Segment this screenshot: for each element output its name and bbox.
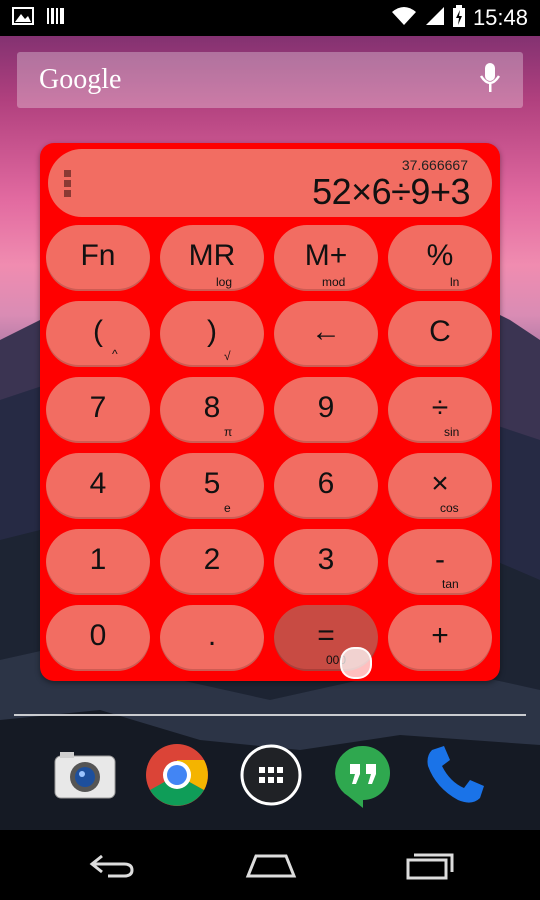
key-label: ) bbox=[207, 315, 217, 348]
hangouts-icon[interactable] bbox=[330, 742, 396, 808]
microphone-icon[interactable] bbox=[479, 62, 501, 98]
expression-value: 52×6÷9+3 bbox=[312, 171, 470, 212]
key-label: 1 bbox=[89, 543, 107, 576]
digit-9-key[interactable]: 9 bbox=[274, 377, 378, 443]
key-sublabel: ^ bbox=[112, 347, 118, 361]
key-label: 0 bbox=[89, 619, 107, 652]
key-label: 8 bbox=[203, 391, 221, 424]
backspace-key[interactable]: ← bbox=[274, 301, 378, 367]
key-sublabel: log bbox=[216, 275, 233, 289]
key-sublabel: ln bbox=[450, 275, 460, 289]
equals-key[interactable]: = 000 bbox=[274, 605, 378, 679]
barcode-notification-icon bbox=[46, 6, 66, 30]
subtract-key[interactable]: - tan bbox=[388, 529, 492, 595]
phone-icon[interactable] bbox=[422, 742, 488, 808]
digit-1-key[interactable]: 1 bbox=[46, 529, 150, 595]
dock-divider bbox=[14, 714, 526, 716]
key-sublabel: tan bbox=[442, 577, 459, 591]
key-sublabel: cos bbox=[440, 501, 459, 515]
digit-2-key[interactable]: 2 bbox=[160, 529, 264, 595]
status-bar: 15:48 bbox=[0, 0, 540, 36]
key-sublabel: e bbox=[224, 501, 231, 515]
key-label: C bbox=[429, 315, 451, 348]
key-label: × bbox=[431, 467, 449, 500]
key-sublabel: π bbox=[224, 425, 233, 439]
key-label: 3 bbox=[317, 543, 335, 576]
decimal-point-key[interactable]: . bbox=[160, 605, 264, 671]
key-label: 4 bbox=[89, 467, 107, 500]
digit-8-key[interactable]: 8 π bbox=[160, 377, 264, 443]
backspace-icon: ← bbox=[311, 315, 341, 348]
home-icon[interactable] bbox=[244, 850, 298, 884]
clock-time: 15:48 bbox=[472, 5, 528, 30]
key-label: MR bbox=[188, 239, 236, 272]
key-label: 7 bbox=[89, 391, 107, 424]
app-drawer-icon[interactable] bbox=[238, 742, 304, 808]
calculator-widget: 37.666667 52×6÷9+3 Fn MR log M+ mod % ln… bbox=[40, 143, 500, 681]
recents-icon[interactable] bbox=[404, 850, 454, 884]
key-label: . bbox=[207, 619, 217, 652]
key-sublabel: sin bbox=[444, 425, 460, 439]
camera-icon[interactable] bbox=[52, 742, 118, 808]
touch-indicator bbox=[340, 647, 372, 679]
memory-recall-key[interactable]: MR log bbox=[160, 225, 264, 291]
back-icon[interactable] bbox=[88, 850, 136, 884]
key-label: 5 bbox=[203, 467, 221, 500]
navigation-bar bbox=[0, 832, 540, 900]
open-paren-key[interactable]: ( ^ bbox=[46, 301, 150, 367]
key-label: % bbox=[426, 239, 454, 272]
signal-icon bbox=[425, 6, 445, 30]
multiply-key[interactable]: × cos bbox=[388, 453, 492, 519]
digit-0-key[interactable]: 0 bbox=[46, 605, 150, 671]
key-label: + bbox=[431, 619, 449, 652]
gallery-notification-icon bbox=[12, 7, 34, 29]
close-paren-key[interactable]: ) √ bbox=[160, 301, 264, 367]
memory-add-key[interactable]: M+ mod bbox=[274, 225, 378, 291]
key-label: 9 bbox=[317, 391, 335, 424]
google-search-bar[interactable]: Google bbox=[17, 52, 523, 108]
key-sublabel: √ bbox=[224, 349, 231, 363]
fn-key[interactable]: Fn bbox=[46, 225, 150, 291]
digit-6-key[interactable]: 6 bbox=[274, 453, 378, 519]
wifi-icon bbox=[391, 6, 417, 30]
calculator-display: 37.666667 52×6÷9+3 bbox=[48, 149, 492, 217]
key-label: - bbox=[435, 543, 445, 576]
overflow-menu-icon[interactable] bbox=[64, 169, 72, 203]
google-logo: Google bbox=[39, 64, 122, 95]
key-label: 6 bbox=[317, 467, 335, 500]
key-sublabel: mod bbox=[322, 275, 346, 289]
digit-4-key[interactable]: 4 bbox=[46, 453, 150, 519]
percent-key[interactable]: % ln bbox=[388, 225, 492, 291]
digit-7-key[interactable]: 7 bbox=[46, 377, 150, 443]
digit-3-key[interactable]: 3 bbox=[274, 529, 378, 595]
add-key[interactable]: + bbox=[388, 605, 492, 671]
key-label: 2 bbox=[203, 543, 221, 576]
divide-key[interactable]: ÷ sin bbox=[388, 377, 492, 443]
battery-charging-icon bbox=[452, 5, 465, 31]
clear-key[interactable]: C bbox=[388, 301, 492, 367]
chrome-icon[interactable] bbox=[144, 742, 210, 808]
key-label: ( bbox=[93, 315, 103, 348]
digit-5-key[interactable]: 5 e bbox=[160, 453, 264, 519]
key-label: ÷ bbox=[431, 391, 449, 424]
key-label: M+ bbox=[304, 239, 348, 272]
key-label: Fn bbox=[80, 239, 116, 272]
